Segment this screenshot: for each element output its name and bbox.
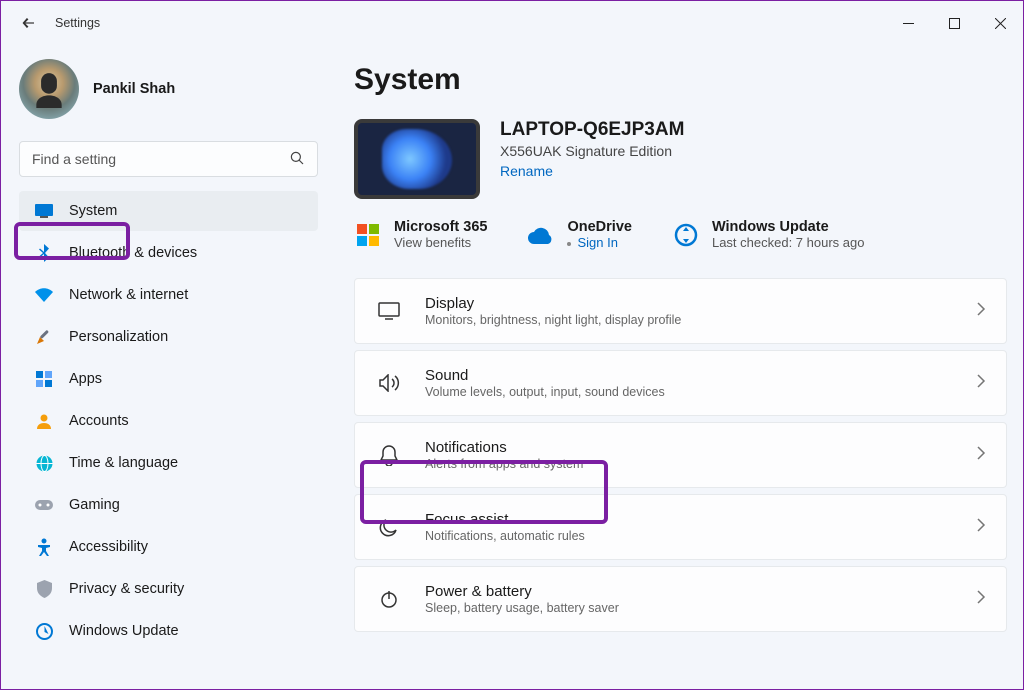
sidebar-item-network[interactable]: Network & internet: [19, 275, 318, 315]
sidebar-item-personalization[interactable]: Personalization: [19, 317, 318, 357]
wifi-icon: [35, 286, 53, 304]
tile-title: Focus assist: [425, 511, 952, 528]
update-icon: [35, 622, 53, 640]
cloud-icon: [527, 221, 555, 249]
services-row: Microsoft 365 View benefits OneDrive Sig…: [354, 219, 1007, 250]
display-icon: [377, 299, 401, 323]
search-icon: [288, 149, 306, 172]
power-icon: [377, 587, 401, 611]
window-controls: [885, 7, 1023, 39]
brush-icon: [35, 328, 53, 346]
tile-notifications[interactable]: Notifications Alerts from apps and syste…: [354, 422, 1007, 488]
service-title: Microsoft 365: [394, 219, 487, 235]
main-content: System LAPTOP-Q6EJP3AM X556UAK Signature…: [336, 45, 1023, 689]
search-input[interactable]: [19, 141, 318, 177]
device-section: LAPTOP-Q6EJP3AM X556UAK Signature Editio…: [354, 119, 1007, 199]
sidebar-item-label: Time & language: [69, 455, 178, 471]
service-sub: View benefits: [394, 235, 487, 250]
username: Pankil Shah: [93, 81, 175, 97]
tile-sub: Monitors, brightness, night light, displ…: [425, 313, 952, 327]
close-button[interactable]: [977, 7, 1023, 39]
device-thumbnail: [354, 119, 480, 199]
gamepad-icon: [35, 496, 53, 514]
sound-icon: [377, 371, 401, 395]
device-model: X556UAK Signature Edition: [500, 143, 684, 159]
m365-icon: [354, 221, 382, 249]
sidebar-item-apps[interactable]: Apps: [19, 359, 318, 399]
sidebar-item-label: System: [69, 203, 117, 219]
service-m365[interactable]: Microsoft 365 View benefits: [354, 219, 487, 250]
globe-icon: [35, 454, 53, 472]
tile-title: Notifications: [425, 439, 952, 456]
sidebar-item-privacy[interactable]: Privacy & security: [19, 569, 318, 609]
tile-sub: Notifications, automatic rules: [425, 529, 952, 543]
search-box[interactable]: [19, 141, 318, 177]
chevron-right-icon: [976, 517, 986, 538]
chevron-right-icon: [976, 589, 986, 610]
service-windows-update[interactable]: Windows Update Last checked: 7 hours ago: [672, 219, 865, 250]
settings-tiles: Display Monitors, brightness, night ligh…: [354, 278, 1007, 632]
profile[interactable]: Pankil Shah: [19, 59, 326, 119]
moon-icon: [377, 515, 401, 539]
avatar: [19, 59, 79, 119]
bluetooth-icon: [35, 244, 53, 262]
sidebar: Pankil Shah System Bluetooth & devices N…: [1, 45, 336, 689]
tile-sub: Alerts from apps and system: [425, 457, 952, 471]
sidebar-item-label: Gaming: [69, 497, 120, 513]
service-title: OneDrive: [567, 219, 631, 235]
sidebar-item-gaming[interactable]: Gaming: [19, 485, 318, 525]
accessibility-icon: [35, 538, 53, 556]
chevron-right-icon: [976, 301, 986, 322]
minimize-icon: [903, 18, 914, 29]
sidebar-item-label: Personalization: [69, 329, 168, 345]
sidebar-item-label: Privacy & security: [69, 581, 184, 597]
sidebar-item-time-language[interactable]: Time & language: [19, 443, 318, 483]
apps-icon: [35, 370, 53, 388]
bell-icon: [377, 443, 401, 467]
tile-title: Power & battery: [425, 583, 952, 600]
page-title: System: [354, 63, 1007, 97]
sidebar-item-windows-update[interactable]: Windows Update: [19, 611, 318, 651]
system-icon: [35, 202, 53, 220]
tile-title: Sound: [425, 367, 952, 384]
service-sub: Last checked: 7 hours ago: [712, 235, 865, 250]
tile-focus-assist[interactable]: Focus assist Notifications, automatic ru…: [354, 494, 1007, 560]
back-button[interactable]: [17, 13, 37, 33]
sidebar-item-label: Accessibility: [69, 539, 148, 555]
service-title: Windows Update: [712, 219, 865, 235]
service-onedrive[interactable]: OneDrive Sign In: [527, 219, 631, 250]
maximize-button[interactable]: [931, 7, 977, 39]
tile-power-battery[interactable]: Power & battery Sleep, battery usage, ba…: [354, 566, 1007, 632]
tile-display[interactable]: Display Monitors, brightness, night ligh…: [354, 278, 1007, 344]
tile-sub: Volume levels, output, input, sound devi…: [425, 385, 952, 399]
sidebar-item-bluetooth[interactable]: Bluetooth & devices: [19, 233, 318, 273]
sidebar-item-accessibility[interactable]: Accessibility: [19, 527, 318, 567]
service-sub[interactable]: Sign In: [567, 235, 631, 250]
close-icon: [995, 18, 1006, 29]
tile-title: Display: [425, 295, 952, 312]
sidebar-item-label: Bluetooth & devices: [69, 245, 197, 261]
maximize-icon: [949, 18, 960, 29]
shield-icon: [35, 580, 53, 598]
sidebar-item-accounts[interactable]: Accounts: [19, 401, 318, 441]
tile-sub: Sleep, battery usage, battery saver: [425, 601, 952, 615]
sync-icon: [672, 221, 700, 249]
chevron-right-icon: [976, 445, 986, 466]
rename-link[interactable]: Rename: [500, 163, 684, 179]
sidebar-item-label: Apps: [69, 371, 102, 387]
person-icon: [35, 412, 53, 430]
nav-list: System Bluetooth & devices Network & int…: [11, 191, 326, 651]
tile-sound[interactable]: Sound Volume levels, output, input, soun…: [354, 350, 1007, 416]
chevron-right-icon: [976, 373, 986, 394]
minimize-button[interactable]: [885, 7, 931, 39]
window-title: Settings: [55, 16, 100, 30]
titlebar: Settings: [1, 1, 1023, 45]
sidebar-item-system[interactable]: System: [19, 191, 318, 231]
sidebar-item-label: Accounts: [69, 413, 129, 429]
device-name: LAPTOP-Q6EJP3AM: [500, 119, 684, 141]
sidebar-item-label: Network & internet: [69, 287, 188, 303]
sidebar-item-label: Windows Update: [69, 623, 179, 639]
